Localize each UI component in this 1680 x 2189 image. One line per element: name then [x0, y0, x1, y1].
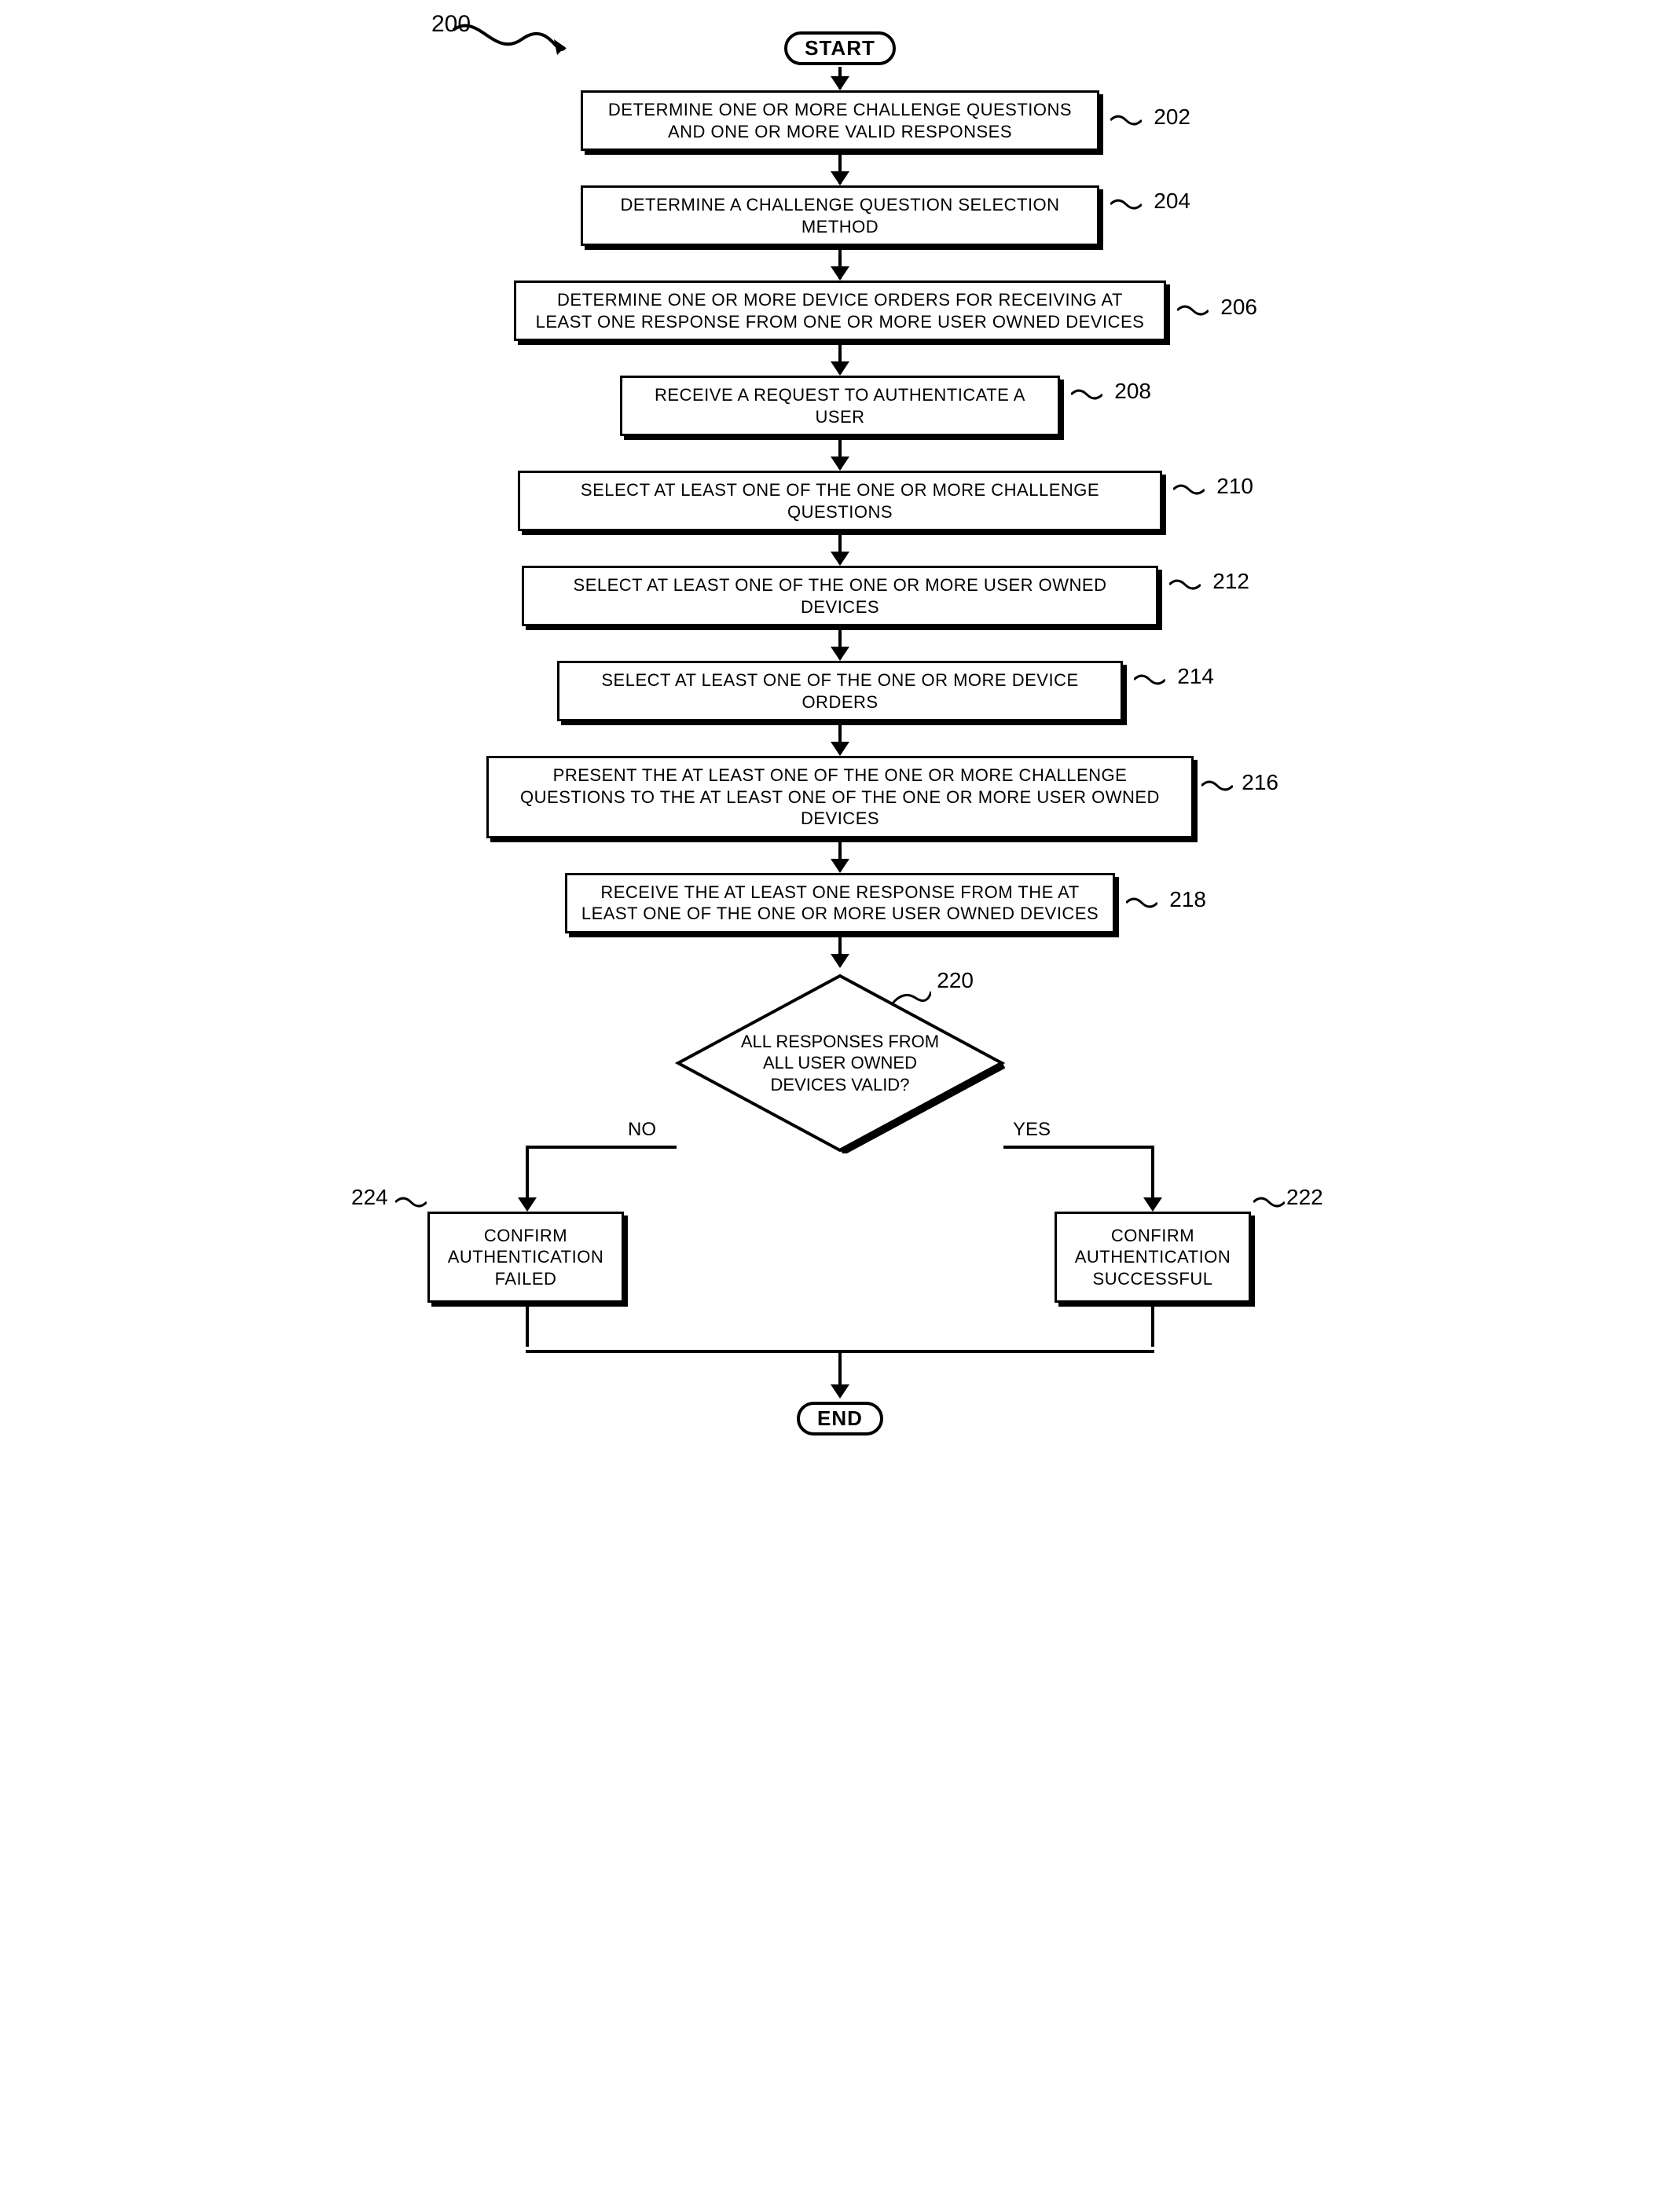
no-label: NO [628, 1119, 656, 1141]
step-218: RECEIVE THE AT LEAST ONE RESPONSE FROM T… [565, 873, 1115, 933]
arrowhead-icon [831, 1384, 849, 1399]
ref-212: 212 [1212, 569, 1249, 594]
ref-204: 204 [1154, 189, 1190, 214]
ref-218: 218 [1169, 887, 1206, 912]
ref-222: 222 [1286, 1185, 1323, 1210]
connector [526, 1303, 529, 1347]
leader-icon [1110, 112, 1142, 128]
leader-icon [395, 1194, 427, 1210]
arrow-icon [838, 343, 842, 374]
leader-icon [1177, 302, 1209, 318]
ref-220: 220 [937, 968, 974, 993]
connector [526, 1146, 529, 1201]
step-208: RECEIVE A REQUEST TO AUTHENTICATE A USER [620, 376, 1060, 436]
flowchart-diagram: 200 START DETERMINE ONE OR MORE CHALLENG… [424, 31, 1256, 1436]
decision-220: ALL RESPONSES FROM ALL USER OWNED DEVICE… [675, 973, 1005, 1153]
ref-202: 202 [1154, 104, 1190, 130]
step-210: SELECT AT LEAST ONE OF THE ONE OR MORE C… [518, 471, 1162, 531]
arrowhead-icon [518, 1197, 537, 1212]
ref-206: 206 [1220, 295, 1257, 320]
leader-icon [1201, 778, 1233, 794]
connector [1151, 1146, 1154, 1201]
decision-branches: NO YES CONFIRM AUTHENTICATION FAILED 224… [463, 1146, 1217, 1350]
connector [526, 1146, 677, 1149]
connector [1003, 1146, 1154, 1149]
leader-icon [1134, 672, 1165, 688]
connector [1151, 1303, 1154, 1347]
leader-icon [1126, 895, 1157, 911]
ref-216: 216 [1242, 770, 1278, 795]
ref-210: 210 [1216, 474, 1253, 499]
arrow-icon [838, 628, 842, 659]
yes-label: YES [1013, 1119, 1051, 1141]
step-204: DETERMINE A CHALLENGE QUESTION SELECTION… [581, 185, 1099, 246]
arrow-icon [838, 840, 842, 871]
step-202: DETERMINE ONE OR MORE CHALLENGE QUESTION… [581, 90, 1099, 151]
start-terminator: START [784, 31, 896, 65]
arrow-icon [838, 67, 842, 89]
step-224: CONFIRM AUTHENTICATION FAILED [427, 1212, 624, 1304]
step-214: SELECT AT LEAST ONE OF THE ONE OR MORE D… [557, 661, 1123, 721]
ref-214: 214 [1177, 664, 1214, 689]
arrow-icon [838, 723, 842, 754]
main-column: START DETERMINE ONE OR MORE CHALLENGE QU… [424, 31, 1256, 1436]
ref-224: 224 [351, 1185, 388, 1210]
arrow-icon [838, 438, 842, 469]
arrow-icon [838, 533, 842, 564]
leader-icon [1071, 387, 1102, 402]
step-212: SELECT AT LEAST ONE OF THE ONE OR MORE U… [522, 566, 1158, 626]
decision-text: ALL RESPONSES FROM ALL USER OWNED DEVICE… [738, 1030, 942, 1095]
step-216: PRESENT THE AT LEAST ONE OF THE ONE OR M… [486, 756, 1194, 838]
step-206: DETERMINE ONE OR MORE DEVICE ORDERS FOR … [514, 280, 1166, 341]
arrowhead-icon [1143, 1197, 1162, 1212]
arrow-icon [838, 152, 842, 184]
connector [838, 1350, 842, 1388]
leader-icon [1253, 1194, 1285, 1210]
leader-icon [1110, 196, 1142, 212]
step-222: CONFIRM AUTHENTICATION SUCCESSFUL [1055, 1212, 1251, 1304]
leader-icon [1169, 577, 1201, 592]
merge-connector [463, 1350, 1217, 1444]
arrow-icon [838, 248, 842, 279]
leader-icon [892, 987, 931, 1007]
leader-icon [1173, 482, 1205, 497]
arrow-icon [838, 935, 842, 966]
ref-208: 208 [1114, 379, 1151, 404]
figure-ref-leader-icon [447, 16, 573, 79]
